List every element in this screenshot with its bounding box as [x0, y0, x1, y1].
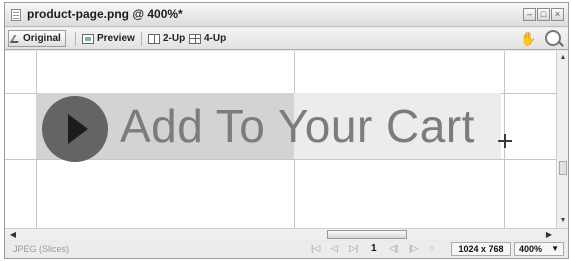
add-to-cart-label: Add To Your Cart — [120, 100, 475, 152]
tab-preview[interactable]: Preview — [79, 30, 139, 47]
loop-icon[interactable]: ○ — [429, 243, 434, 253]
tab-preview-label: Preview — [97, 33, 135, 44]
preview-icon — [82, 33, 94, 44]
play-frame-icon[interactable]: ◁| — [389, 243, 398, 254]
next-frame-icon[interactable]: |▷ — [409, 243, 418, 254]
prev-frame-icon[interactable]: ◁ — [331, 243, 338, 254]
toolbar-divider — [75, 32, 76, 46]
image-dimensions: 1024 x 768 — [451, 242, 511, 256]
zoom-level-select[interactable]: 400% ▼ — [514, 242, 564, 256]
status-bar: JPEG (Slices) |◁ ◁ ▷| 1 ◁| |▷ ○ 1024 x 7… — [5, 241, 568, 258]
vertical-scrollbar[interactable]: ▲ ▼ — [556, 51, 568, 228]
four-up-icon — [189, 33, 201, 44]
minimize-icon[interactable]: – — [523, 8, 536, 21]
zoom-icon[interactable] — [545, 30, 561, 46]
hand-icon[interactable]: ✋ — [520, 31, 536, 47]
first-frame-icon[interactable]: |◁ — [311, 243, 320, 254]
chevron-down-icon: ▼ — [551, 244, 559, 253]
toolbar-divider — [141, 32, 142, 46]
tab-2-up[interactable]: 2-Up — [145, 30, 189, 47]
horizontal-scroll-thumb[interactable] — [327, 230, 407, 239]
tab-4-up[interactable]: 4-Up — [186, 30, 230, 47]
window-title: product-page.png @ 400%* — [27, 7, 183, 21]
two-up-icon — [148, 33, 160, 44]
close-icon[interactable]: × — [551, 8, 564, 21]
frame-number: 1 — [371, 243, 377, 254]
view-toolbar: Original Preview 2-Up 4-Up ✋ — [5, 28, 568, 50]
scroll-up-icon[interactable]: ▲ — [558, 53, 568, 63]
tab-original-label: Original — [23, 33, 61, 44]
vertical-scroll-thumb[interactable] — [559, 161, 567, 175]
format-label: JPEG (Slices) — [13, 244, 70, 254]
restore-icon[interactable]: □ — [537, 8, 550, 21]
title-bar[interactable]: product-page.png @ 400%* – □ × — [5, 3, 568, 27]
window-controls: – □ × — [523, 8, 564, 21]
add-to-cart-button-image: Add To Your Cart — [36, 93, 501, 162]
scroll-right-icon[interactable]: ▶ — [543, 229, 555, 240]
horizontal-scrollbar[interactable]: ◀ ▶ — [5, 228, 568, 240]
crosshair-icon — [498, 134, 512, 148]
document-window: product-page.png @ 400%* – □ × Original … — [4, 2, 569, 259]
zoom-level-value: 400% — [519, 244, 543, 254]
last-frame-icon[interactable]: ▷| — [349, 243, 358, 254]
scroll-left-icon[interactable]: ◀ — [7, 229, 19, 240]
tab-4-up-label: 4-Up — [204, 33, 227, 44]
tab-original[interactable]: Original — [8, 30, 66, 47]
scroll-down-icon[interactable]: ▼ — [558, 216, 568, 226]
document-icon — [11, 9, 21, 21]
tab-2-up-label: 2-Up — [163, 33, 186, 44]
pencil-icon — [9, 34, 23, 43]
image-canvas[interactable]: Add To Your Cart — [5, 51, 556, 228]
play-icon — [42, 96, 108, 162]
